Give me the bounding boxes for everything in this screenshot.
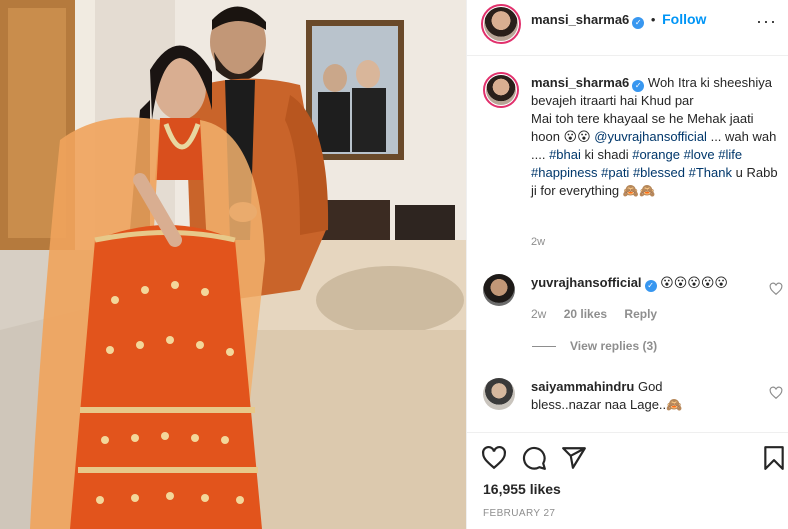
heart-icon[interactable] xyxy=(481,445,507,471)
share-icon[interactable] xyxy=(561,445,587,471)
more-options-icon[interactable]: ··· xyxy=(756,11,777,32)
comment-like-heart-icon[interactable] xyxy=(769,282,783,296)
bookmark-icon[interactable] xyxy=(761,445,787,471)
post-date[interactable]: FEBRUARY 27 xyxy=(483,508,555,519)
header-author-line: mansi_sharma6 ✓ • Follow xyxy=(531,11,706,29)
commenter-avatar[interactable] xyxy=(483,378,515,410)
comment-username[interactable]: yuvrajhansofficial xyxy=(531,275,642,290)
comment-line: saiyammahindru God bless..nazar naa Lage… xyxy=(531,378,736,414)
comment-line: yuvrajhansofficial ✓ 😮😮😮😮😮 xyxy=(531,274,728,292)
view-replies-button[interactable]: View replies (3) xyxy=(532,339,657,353)
comment-icon[interactable] xyxy=(521,445,547,471)
caption-text-ki-shadi: ki shadi xyxy=(584,147,629,162)
author-avatar[interactable] xyxy=(481,4,521,44)
hashtag-life[interactable]: #life xyxy=(718,147,742,162)
caption-username[interactable]: mansi_sharma6 xyxy=(531,75,629,90)
comment-time[interactable]: 2w xyxy=(531,307,546,321)
commenter-avatar[interactable] xyxy=(483,274,515,306)
verified-badge-icon: ✓ xyxy=(644,280,657,292)
comment-text: 😮😮😮😮😮 xyxy=(660,275,728,290)
comment-likes[interactable]: 20 likes xyxy=(564,307,607,321)
view-replies-dash xyxy=(532,346,556,348)
hashtag-thank[interactable]: #Thank xyxy=(689,165,732,180)
comment-reply-button[interactable]: Reply xyxy=(624,307,657,321)
header-separator: • xyxy=(650,12,656,27)
photo-illustration xyxy=(0,0,466,529)
verified-badge-icon: ✓ xyxy=(632,80,645,92)
comment-like-heart-icon[interactable] xyxy=(769,386,783,400)
view-replies-label: View replies (3) xyxy=(570,339,658,353)
hashtag-orange[interactable]: #orange xyxy=(632,147,680,162)
hashtag-love[interactable]: #love xyxy=(684,147,715,162)
post-header: mansi_sharma6 ✓ • Follow ··· xyxy=(467,0,788,56)
comment-username[interactable]: saiyammahindru xyxy=(531,379,634,394)
caption-time[interactable]: 2w xyxy=(531,236,545,248)
hashtag-blessed[interactable]: #blessed xyxy=(633,165,685,180)
comment-meta: 2w 20 likes Reply xyxy=(531,307,657,321)
post-side-panel: mansi_sharma6 ✓ • Follow ··· mansi_sharma… xyxy=(466,0,788,529)
verified-badge-icon: ✓ xyxy=(632,17,645,29)
likes-count[interactable]: 16,955 likes xyxy=(483,481,561,497)
post-photo[interactable] xyxy=(0,0,466,529)
post-actions: 16,955 likes FEBRUARY 27 xyxy=(467,432,788,529)
author-username[interactable]: mansi_sharma6 xyxy=(531,12,629,27)
hashtag-happiness[interactable]: #happiness xyxy=(531,165,598,180)
hashtag-bhai[interactable]: #bhai xyxy=(549,147,581,162)
caption-avatar[interactable] xyxy=(483,72,519,108)
caption-text: mansi_sharma6 ✓ Woh Itra ki sheeshiya bev… xyxy=(531,74,781,200)
follow-button[interactable]: Follow xyxy=(662,11,706,27)
hashtag-pati[interactable]: #pati xyxy=(601,165,629,180)
caption-mention[interactable]: @yuvrajhansofficial xyxy=(594,129,707,144)
